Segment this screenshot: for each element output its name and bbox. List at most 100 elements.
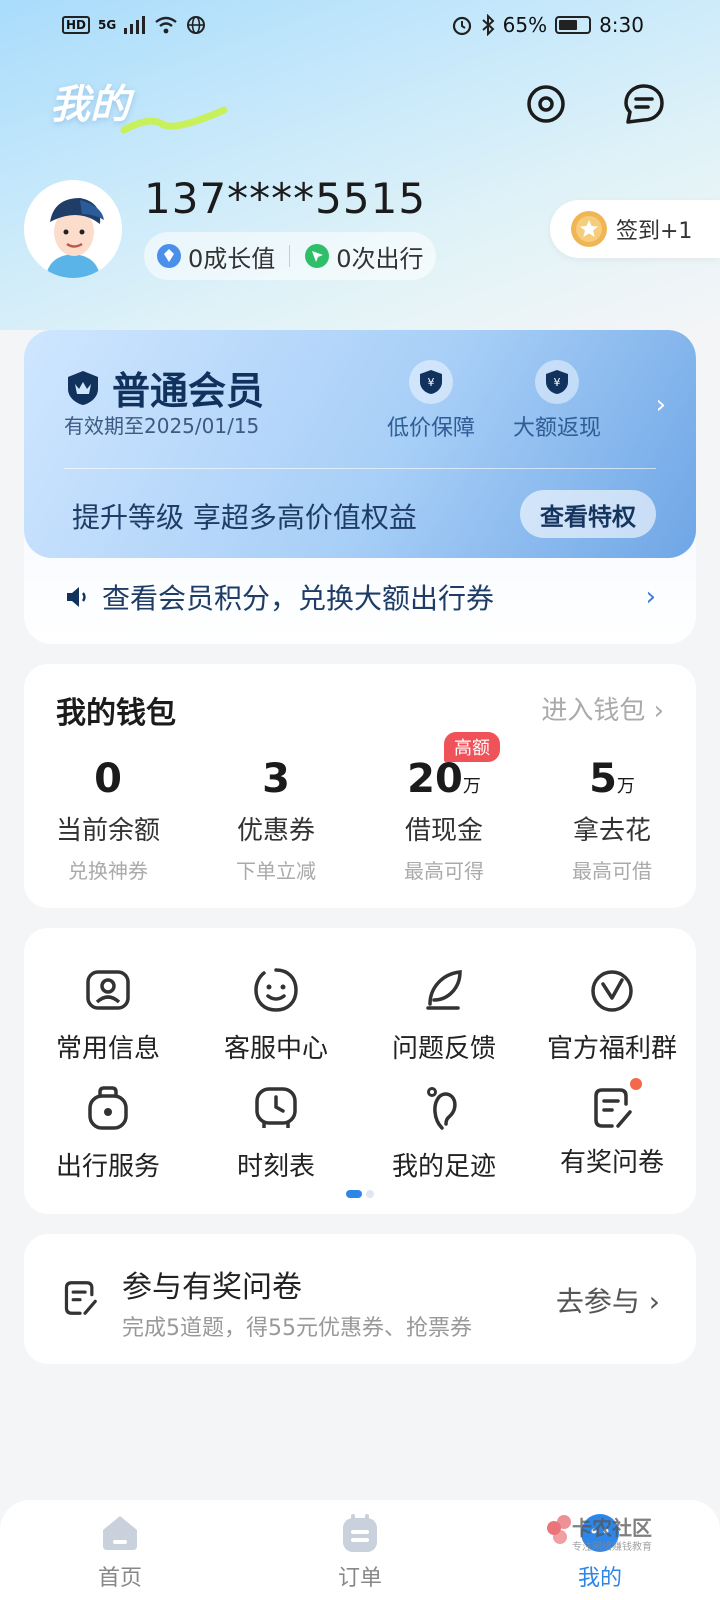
hd-indicator: HD [62,16,91,34]
growth-stat[interactable]: 0成长值 [156,239,275,274]
tab-orders[interactable]: 订单 [300,1512,420,1592]
page-dot [366,1190,374,1198]
join-survey-button[interactable]: 去参与 › [556,1280,660,1320]
svg-text:¥: ¥ [554,376,561,389]
profile-section: 137****5515 0成长值 0次出行 签到+1 [24,174,720,280]
wallet-balance[interactable]: 0 当前余额 兑换神券 [24,756,192,884]
member-points-link[interactable]: 查看会员积分，兑换大额出行券 › [64,574,656,620]
service-label: 有奖问卷 [559,1148,664,1178]
benefit-low-price[interactable]: ¥ 低价保障 [376,360,486,442]
upgrade-text: 提升等级 享超多高价值权益 [72,501,417,534]
customer-service-icon [254,968,298,1012]
service-label: 官方福利群 [546,1034,677,1064]
status-right: 65% 8:30 [451,13,644,37]
wallet-credit[interactable]: 5万 拿去花 最高可借 [528,756,696,884]
alarm-icon [452,16,471,36]
luggage-icon [88,1086,128,1130]
id-card-icon [86,970,130,1010]
service-label: 常用信息 [55,1034,160,1064]
wallet-title: 我的钱包 [56,696,176,731]
welfare-group-icon [591,970,633,1012]
service-feedback[interactable]: 问题反馈 [360,964,528,1065]
service-customer-center[interactable]: 客服中心 [192,964,360,1065]
survey-card[interactable]: 参与有奖问卷 完成5道题，得55元优惠券、抢票券 去参与 › [24,1234,696,1364]
home-icon [99,1512,141,1554]
avatar[interactable] [24,180,122,278]
wallet-card: 我的钱包 进入钱包 › 高额 0 当前余额 兑换神券 3 优惠券 下单立减 20… [24,664,696,908]
feedback-icon [426,970,462,1010]
service-common-info[interactable]: 常用信息 [24,964,192,1065]
battery-percent: 65% [502,13,548,37]
globe-icon [187,16,206,34]
wallet-label: 拿去花 [572,816,651,846]
speaker-icon [67,587,86,607]
membership-expiry: 有效期至2025/01/15 [64,414,260,438]
notification-dot [630,1078,642,1090]
service-timetable[interactable]: 时刻表 [192,1082,360,1183]
benefit-cashback[interactable]: ¥ 大额返现 [502,360,612,442]
trips-value: 0次出行 [336,244,424,273]
page-dot-active [346,1190,362,1198]
wallet-sub: 兑换神券 [68,859,148,883]
wallet-value: 5万 [589,756,635,802]
service-label: 出行服务 [55,1152,160,1182]
page-header: 我的 [50,72,670,142]
crown-shield-icon [68,370,98,405]
trips-stat[interactable]: 0次出行 [304,239,424,274]
chevron-right-icon: › [645,582,656,612]
service-survey[interactable]: 有奖问卷 [528,1078,696,1179]
wallet-value: 3 [262,756,290,802]
services-card: 常用信息 客服中心 问题反馈 官方福利群 出行服务 时刻表 我的足迹 有奖问卷 [24,928,696,1214]
star-coin-icon [571,211,607,247]
status-bar: HD 5G 65% 8:30 [0,0,720,50]
timetable-icon [255,1087,297,1128]
chevron-right-icon[interactable]: › [656,390,666,420]
points-text: 查看会员积分，兑换大额出行券 [102,582,495,615]
tab-label: 首页 [97,1566,142,1591]
page-indicator [346,1190,374,1198]
message-icon[interactable] [622,82,666,126]
user-phone: 137****5515 [144,174,427,223]
tab-home[interactable]: 首页 [60,1512,180,1592]
yuan-shield-icon: ¥ [409,360,453,404]
service-label: 时刻表 [236,1152,315,1182]
trips-pointer-icon [305,244,330,268]
user-stats: 0成长值 0次出行 [144,232,436,280]
wallet-label: 当前余额 [55,816,160,846]
watermark-subtext: 专注网络赚钱教育 [572,1542,652,1553]
wallet-label: 借现金 [404,816,483,846]
view-privileges-button[interactable]: 查看特权 [520,490,656,538]
settings-icon[interactable] [524,82,568,126]
benefit-label: 大额返现 [512,416,601,441]
benefit-label: 低价保障 [386,416,475,441]
avatar-illustration [24,180,122,278]
status-left: HD 5G [62,15,206,35]
tier-row: 普通会员 [64,360,264,415]
membership-banner[interactable]: 普通会员 有效期至2025/01/15 ¥ 低价保障 ¥ 大额返现 › 提升等级… [24,330,696,558]
wallet-cash-loan[interactable]: 20万 借现金 最高可得 [360,756,528,884]
service-welfare-group[interactable]: 官方福利群 [528,964,696,1065]
pill-divider [289,245,291,267]
community-watermark: 卡农社区 专注网络赚钱教育 [540,1510,670,1556]
survey-title: 参与有奖问卷 [122,1270,302,1305]
watermark-text: 卡农社区 [572,1516,652,1540]
wallet-value: 0 [94,756,122,802]
checkin-button[interactable]: 签到+1 [550,200,720,258]
service-label: 问题反馈 [391,1034,496,1064]
wallet-coupons[interactable]: 3 优惠券 下单立减 [192,756,360,884]
tab-label: 订单 [337,1566,382,1591]
membership-tier: 普通会员 [112,369,265,413]
service-label: 我的足迹 [391,1152,496,1182]
service-travel[interactable]: 出行服务 [24,1082,192,1183]
enter-wallet-link[interactable]: 进入钱包 › [541,690,664,727]
orders-icon [339,1512,381,1554]
checkin-label: 签到+1 [616,219,693,244]
membership-card: 普通会员 有效期至2025/01/15 ¥ 低价保障 ¥ 大额返现 › 提升等级… [24,330,696,644]
service-footprint[interactable]: 我的足迹 [360,1082,528,1183]
title-swoosh-decoration [120,106,228,134]
wallet-label: 优惠券 [236,816,315,846]
survey-icon [64,1281,97,1315]
wallet-sub: 下单立减 [236,859,316,883]
growth-value: 0成长值 [188,244,276,273]
survey-description: 完成5道题，得55元优惠券、抢票券 [122,1316,472,1341]
